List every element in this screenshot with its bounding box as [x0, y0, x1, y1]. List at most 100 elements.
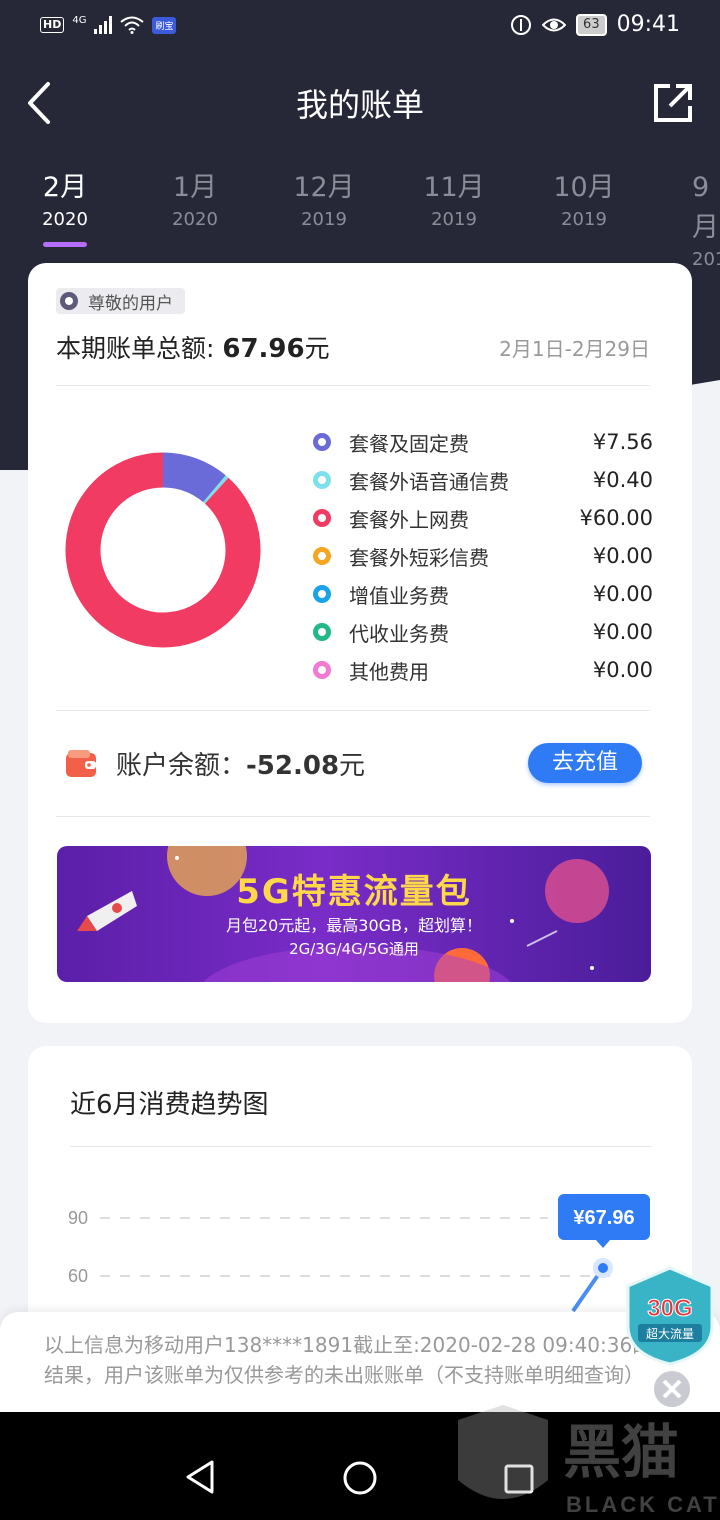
tab-month-label: 10月	[553, 172, 615, 203]
data-point-core	[598, 1263, 608, 1273]
legend-value: ¥0.00	[592, 658, 653, 682]
tab-month-4[interactable]: 10月 2019	[534, 168, 634, 232]
tab-month-1[interactable]: 1月 2020	[145, 168, 245, 232]
divider	[56, 816, 650, 817]
tab-year-label: 2020	[42, 209, 88, 230]
page-title: 我的账单	[295, 86, 424, 124]
legend-item: 其他费用 ¥0.00	[313, 651, 653, 689]
share-icon[interactable]	[652, 82, 694, 124]
legend-label: 套餐及固定费	[349, 431, 469, 456]
query-notice: 以上信息为移动用户138****1891截止至:2020-02-28 09:40…	[0, 1312, 720, 1412]
promo-banner[interactable]: 5G特惠流量包 月包20元起，最高30GB，超划算！ 2G/3G/4G/5G通用	[57, 846, 651, 982]
legend-value: ¥0.00	[592, 620, 653, 644]
billing-period: 2月1日-2月29日	[499, 337, 650, 361]
watermark-main: 黑猫	[563, 1420, 679, 1485]
watermark-sub: BLACK CAT	[566, 1492, 720, 1517]
clock: 09:41	[616, 12, 680, 37]
signal-icon	[94, 16, 113, 34]
legend-item: 套餐外上网费 ¥60.00	[313, 499, 653, 537]
user-tag-icon	[60, 292, 78, 310]
notice-text: 以上信息为移动用户138****1891截止至:2020-02-28 09:40…	[44, 1333, 693, 1387]
legend-dot	[313, 661, 331, 679]
tab-year-label: 2019	[692, 249, 720, 270]
flow-promo-badge[interactable]: 30G 超大流量	[624, 1266, 716, 1366]
tab-month-3[interactable]: 11月 2019	[404, 168, 504, 232]
tab-month-5[interactable]: 9月 2019	[664, 168, 720, 272]
legend-value: ¥0.00	[592, 582, 653, 606]
balance-amount: -52.08	[246, 751, 340, 781]
legend-item: 套餐及固定费 ¥7.56	[313, 423, 653, 461]
legend-label: 其他费用	[349, 659, 429, 684]
legend-item: 增值业务费 ¥0.00	[313, 575, 653, 613]
wallet-icon	[66, 750, 96, 777]
badge-label: 30G	[647, 1295, 692, 1322]
y-tick-label: 60	[68, 1266, 88, 1286]
bill-card: 尊敬的用户 本期账单总额: 67.96元 2月1日-2月29日 套餐及固定费 ¥…	[28, 263, 692, 1023]
account-balance: 账户余额：-52.08元	[116, 745, 365, 782]
user-tag: 尊敬的用户	[56, 288, 185, 314]
tab-month-label: 1月	[172, 172, 218, 203]
app-badge: 刷宝	[152, 16, 177, 34]
legend-item: 代收业务费 ¥0.00	[313, 613, 653, 651]
tab-year-label: 2020	[172, 209, 218, 230]
legend-dot	[313, 547, 331, 565]
tab-month-2[interactable]: 12月 2019	[274, 168, 374, 232]
bill-total-unit: 元	[304, 334, 330, 363]
bill-total: 本期账单总额: 67.96元	[56, 329, 330, 365]
donut-slice	[162, 452, 226, 503]
data-saver-icon	[511, 14, 532, 35]
legend-dot	[313, 623, 331, 641]
network-type: 4G	[72, 14, 87, 26]
balance-label: 账户余额：	[116, 751, 247, 781]
balance-unit: 元	[339, 751, 366, 781]
badge-sublabel: 超大流量	[646, 1326, 694, 1341]
battery-icon: 63	[576, 13, 607, 36]
legend-label: 增值业务费	[349, 583, 449, 608]
fee-legend: 套餐及固定费 ¥7.56 套餐外语音通信费 ¥0.40 套餐外上网费 ¥60.0…	[313, 423, 653, 689]
status-bar: HD 4G 刷宝 63 09:41	[0, 0, 720, 56]
legend-label: 套餐外短彩信费	[349, 545, 489, 570]
legend-dot	[313, 585, 331, 603]
nav-home-icon[interactable]	[342, 1460, 378, 1496]
legend-value: ¥7.56	[592, 430, 653, 454]
legend-item: 套餐外短彩信费 ¥0.00	[313, 537, 653, 575]
callout-pointer	[596, 1240, 610, 1248]
legend-dot	[313, 433, 331, 451]
tab-month-label: 9月	[692, 172, 719, 243]
donut-slice	[65, 452, 261, 648]
banner-subtitle: 月包20元起，最高30GB，超划算！	[225, 916, 483, 935]
fee-donut-chart	[65, 452, 261, 648]
trend-chart: 90 60 ¥67.96	[68, 1194, 650, 1313]
tab-year-label: 2019	[301, 209, 347, 230]
callout-value: ¥67.96	[573, 1207, 634, 1229]
legend-dot	[313, 471, 331, 489]
active-tab-indicator	[43, 242, 87, 247]
legend-value: ¥60.00	[579, 506, 653, 530]
eye-comfort-icon	[542, 18, 567, 31]
tab-year-label: 2019	[431, 209, 477, 230]
legend-label: 套餐外语音通信费	[349, 469, 509, 494]
legend-dot	[313, 509, 331, 527]
tab-year-label: 2019	[561, 209, 607, 230]
bill-total-amount: 67.96	[222, 334, 305, 364]
divider	[56, 710, 650, 711]
legend-label: 代收业务费	[349, 621, 449, 646]
nav-back-icon[interactable]	[184, 1460, 216, 1494]
wifi-icon	[120, 16, 145, 34]
tab-month-label: 12月	[293, 172, 355, 203]
watermark-logo: 黑猫 BLACK CAT	[458, 1405, 720, 1517]
y-tick-label: 90	[68, 1208, 88, 1228]
banner-title: 5G特惠流量包	[236, 872, 472, 912]
recharge-button[interactable]: 去充值	[528, 743, 642, 783]
legend-value: ¥0.00	[592, 544, 653, 568]
donut-slice	[203, 475, 229, 504]
legend-item: 套餐外语音通信费 ¥0.40	[313, 461, 653, 499]
tab-month-label: 11月	[423, 172, 485, 203]
month-tabs: 2月 2020 1月 2020 12月 2019 11月 2019 10月 20…	[0, 168, 720, 270]
user-tag-label: 尊敬的用户	[88, 293, 173, 314]
tab-month-0[interactable]: 2月 2020	[15, 168, 115, 232]
legend-value: ¥0.40	[592, 468, 653, 492]
legend-label: 套餐外上网费	[349, 507, 469, 532]
tab-month-label: 2月	[42, 172, 88, 203]
trend-card: 近6月消费趋势图 90 60 ¥67.96	[28, 1046, 692, 1346]
